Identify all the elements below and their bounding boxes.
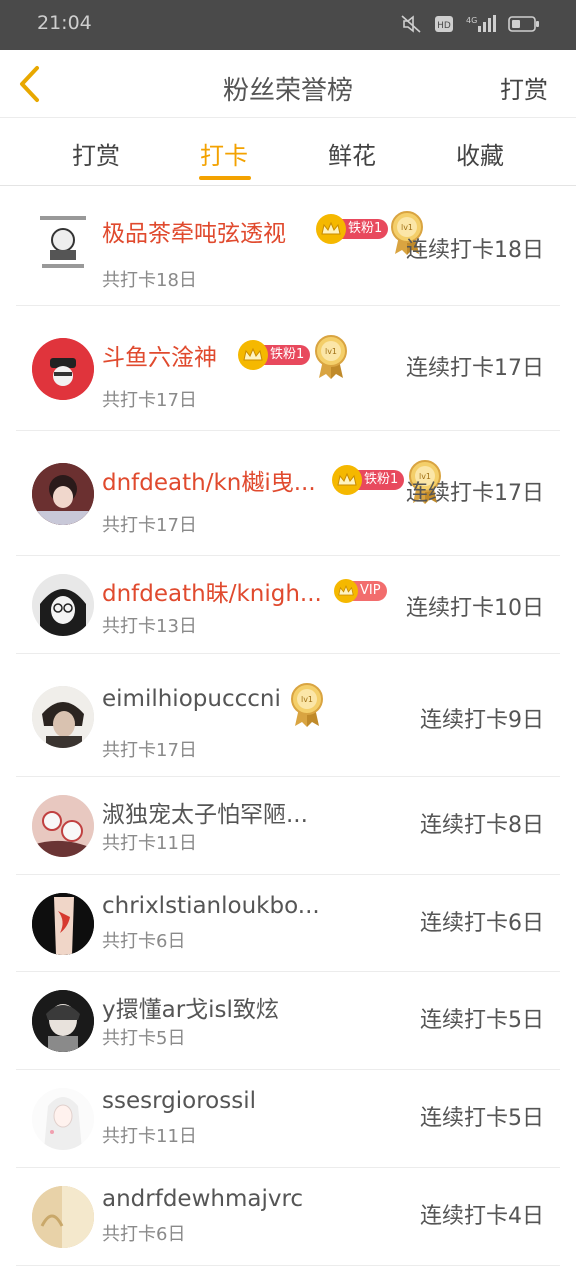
reward-button[interactable]: 打赏 (500, 70, 548, 105)
total-checkins: 共打卡17日 (102, 515, 197, 536)
avatar (32, 990, 94, 1052)
user-name[interactable]: chrixlstianloukbo... (102, 893, 320, 919)
avatar (32, 338, 94, 400)
fan-level-badge: 铁粉1 (238, 340, 311, 370)
total-checkins: 共打卡13日 (102, 616, 197, 637)
avatar (32, 893, 94, 955)
user-name[interactable]: dnfdeath/kn樾i曳... (102, 463, 316, 497)
svg-text:lv1: lv1 (401, 223, 413, 232)
medal-icon: lv1 (314, 334, 348, 379)
list-item[interactable]: 淑独宠太子怕罕陋... 连续打卡8日 共打卡11日 (16, 777, 560, 875)
svg-text:lv1: lv1 (301, 695, 313, 704)
avatar (32, 795, 94, 857)
total-checkins: 共打卡17日 (102, 390, 197, 411)
signal-4g-icon: 4G (466, 15, 496, 32)
crown-icon (238, 340, 268, 370)
medal-icon: lv1 (290, 682, 324, 727)
total-checkins: 共打卡11日 (102, 833, 197, 854)
total-checkins: 共打卡5日 (102, 1028, 186, 1049)
total-checkins: 共打卡11日 (102, 1126, 197, 1147)
svg-text:HD: HD (437, 21, 451, 31)
streak-days: 连续打卡9日 (420, 708, 544, 733)
avatar (32, 212, 94, 274)
status-icons: HD 4G (400, 14, 540, 34)
tab-flowers[interactable]: 鲜花 (302, 136, 402, 171)
status-bar: 21:04 HD 4G (0, 0, 576, 50)
user-name[interactable]: 淑独宠太子怕罕陋... (102, 795, 308, 829)
user-name[interactable]: 斗鱼六淦神 (102, 338, 217, 372)
tab-favorites[interactable]: 收藏 (430, 136, 530, 171)
user-name[interactable]: dnfdeath昧/knigh... (102, 574, 322, 608)
avatar (32, 574, 94, 636)
crown-icon (332, 465, 362, 495)
list-item[interactable]: ssesrgiorossil 连续打卡5日 共打卡11日 (16, 1070, 560, 1168)
tab-bar: 打赏 打卡 鲜花 收藏 (0, 118, 576, 186)
streak-days: 连续打卡6日 (420, 911, 544, 936)
total-checkins: 共打卡17日 (102, 740, 197, 761)
svg-text:lv1: lv1 (325, 347, 337, 356)
mute-icon (401, 15, 421, 33)
streak-days: 连续打卡8日 (420, 813, 544, 838)
user-name[interactable]: ssesrgiorossil (102, 1088, 256, 1114)
total-checkins: 共打卡6日 (102, 1224, 186, 1245)
svg-text:4G: 4G (466, 16, 477, 25)
active-tab-indicator (199, 176, 251, 180)
crown-icon (316, 214, 346, 244)
streak-days: 连续打卡5日 (420, 1106, 544, 1131)
streak-days: 连续打卡4日 (420, 1204, 544, 1229)
page-title: 粉丝荣誉榜 (222, 76, 353, 106)
fan-level-badge: 铁粉1 (316, 214, 389, 244)
list-item[interactable]: 斗鱼六淦神 铁粉1 lv1 连续打卡17日 共打卡17日 (16, 306, 560, 431)
fan-level-badge: 铁粉1 (332, 465, 405, 495)
avatar (32, 686, 94, 748)
checkin-list: 极品茶牵吨弦透视 铁粉1 lv1 连续打卡18日 共打卡18日 斗鱼六淦神 铁粉… (0, 186, 576, 1266)
avatar (32, 1088, 94, 1150)
header: 粉丝荣誉榜 打赏 (0, 50, 576, 118)
streak-days: 连续打卡17日 (406, 481, 544, 506)
hd-icon: HD (435, 16, 453, 32)
list-item[interactable]: eimilhiopucccni lv1 连续打卡9日 共打卡17日 (16, 654, 560, 777)
tab-reward[interactable]: 打赏 (46, 136, 146, 171)
user-name[interactable]: 极品茶牵吨弦透视 (102, 214, 286, 248)
user-name[interactable]: eimilhiopucccni (102, 686, 281, 712)
list-item[interactable]: chrixlstianloukbo... 连续打卡6日 共打卡6日 (16, 875, 560, 972)
list-item[interactable]: andrfdewhmajvrc 连续打卡4日 共打卡6日 (16, 1168, 560, 1266)
battery-icon (508, 16, 539, 32)
total-checkins: 共打卡6日 (102, 931, 186, 952)
list-item[interactable]: 极品茶牵吨弦透视 铁粉1 lv1 连续打卡18日 共打卡18日 (16, 186, 560, 306)
streak-days: 连续打卡18日 (406, 238, 544, 263)
total-checkins: 共打卡18日 (102, 270, 197, 291)
crown-icon (334, 579, 358, 603)
list-item[interactable]: dnfdeath昧/knigh... VIP 连续打卡10日 共打卡13日 (16, 556, 560, 654)
list-item[interactable]: y擐懂ar戈isl致炫 连续打卡5日 共打卡5日 (16, 972, 560, 1070)
streak-days: 连续打卡17日 (406, 356, 544, 381)
vip-badge: VIP (334, 578, 387, 604)
user-name[interactable]: y擐懂ar戈isl致炫 (102, 990, 279, 1024)
avatar (32, 1186, 94, 1248)
status-time: 21:04 (37, 12, 92, 34)
tab-checkin[interactable]: 打卡 (174, 136, 274, 171)
streak-days: 连续打卡10日 (406, 596, 544, 621)
user-name[interactable]: andrfdewhmajvrc (102, 1186, 303, 1212)
avatar (32, 463, 94, 525)
list-item[interactable]: dnfdeath/kn樾i曳... 铁粉1 lv1 连续打卡17日 共打卡17日 (16, 431, 560, 556)
streak-days: 连续打卡5日 (420, 1008, 544, 1033)
